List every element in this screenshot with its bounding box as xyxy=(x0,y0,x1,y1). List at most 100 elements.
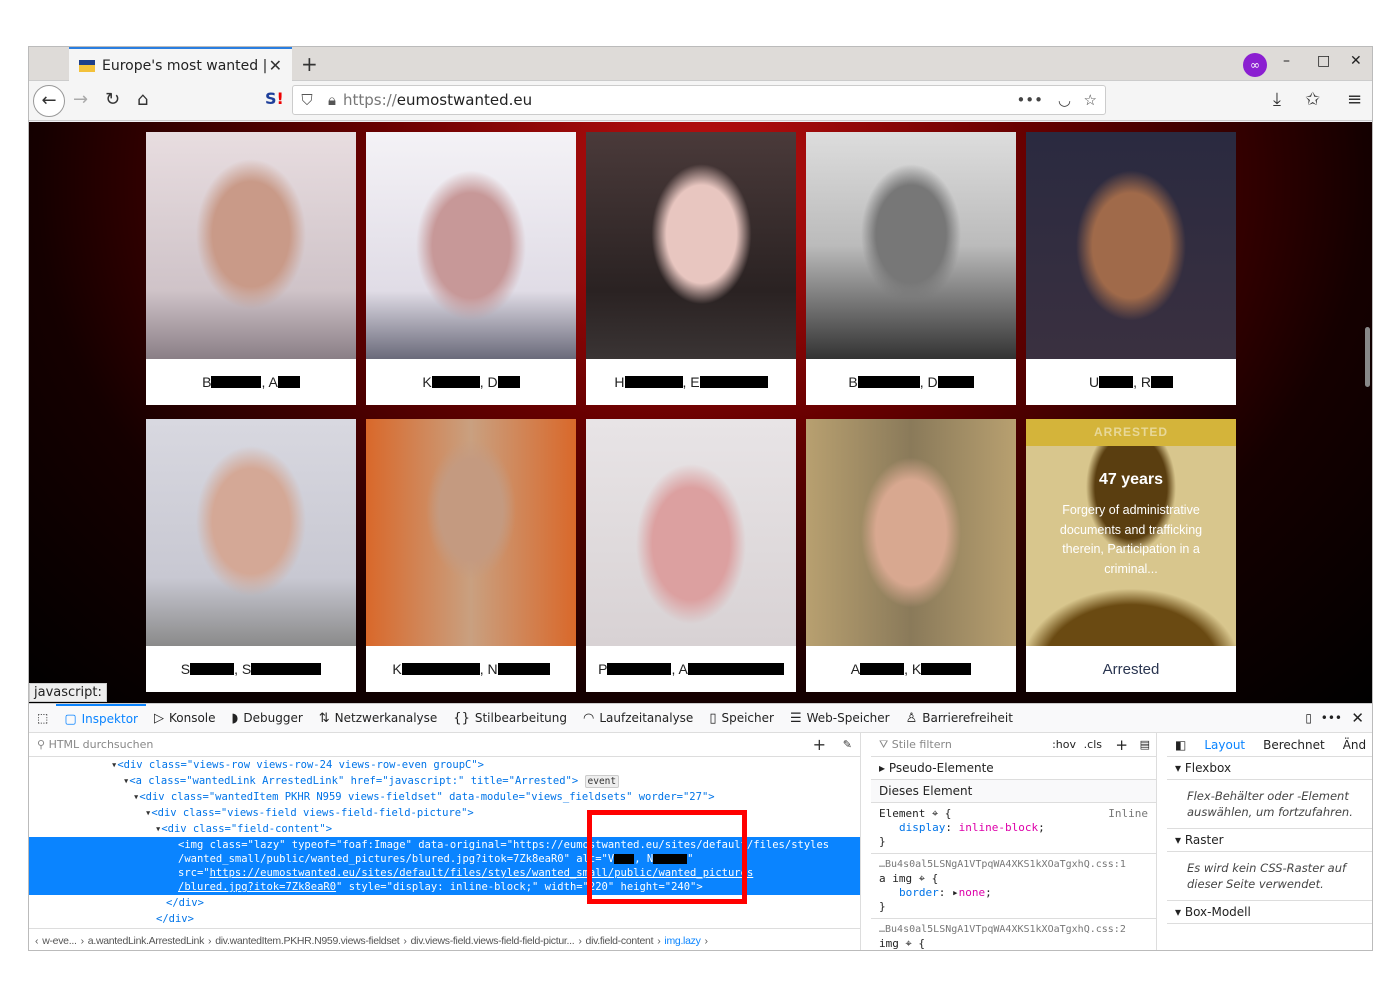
rule-img[interactable]: …Bu4s0al5LSNgA1VTpqWA4XKS1kXOaTgxhQ.css:… xyxy=(871,919,1156,950)
pocket-icon[interactable]: ◡ xyxy=(1058,91,1071,109)
close-window-button[interactable]: ✕ xyxy=(1350,53,1362,69)
breadcrumb-item[interactable]: img.lazy xyxy=(664,935,700,947)
library-icon[interactable]: ✩ xyxy=(1305,89,1320,110)
tab-layout[interactable]: Layout xyxy=(1204,738,1245,752)
style-filter-input[interactable]: ⛛ Stile filtern :hov .cls + ▤ xyxy=(871,733,1156,757)
toggle-sidebar-icon[interactable]: ◧ xyxy=(1175,738,1186,752)
tab-performance[interactable]: ◠ Laufzeitanalyse xyxy=(575,704,701,733)
wanted-card[interactable]: B , A xyxy=(146,132,356,405)
extension-icon[interactable]: S! xyxy=(265,89,284,108)
property-value[interactable]: inline-block xyxy=(959,821,1038,834)
tab-changes[interactable]: Änd xyxy=(1343,738,1366,752)
downloads-icon[interactable]: ⤓ xyxy=(1273,89,1281,110)
name-initial: B xyxy=(848,374,858,390)
wanted-card[interactable]: H , E xyxy=(586,132,796,405)
breadcrumb-item[interactable]: a.wantedLink.ArrestedLink xyxy=(88,935,205,947)
add-node-icon[interactable]: + xyxy=(813,735,826,754)
property-name[interactable]: border xyxy=(899,886,939,899)
name-initial: , A xyxy=(261,374,278,390)
node-text: /wanted_small/public/wanted_pictures/blu… xyxy=(178,853,615,865)
grid-section-toggle[interactable]: ▾ Raster xyxy=(1167,829,1372,852)
tab-inspector[interactable]: ▢ Inspektor xyxy=(56,703,146,733)
close-devtools-icon[interactable]: ✕ xyxy=(1351,709,1364,727)
name-initial: , N xyxy=(479,661,498,677)
rule-element[interactable]: Element ⌖ {Inline display: inline-block;… xyxy=(871,803,1156,854)
home-button[interactable]: ⌂ xyxy=(137,89,148,110)
element-picker-icon[interactable]: ⬚ xyxy=(29,704,56,733)
html-search-input[interactable]: ⚲ HTML durchsuchen + ✎ xyxy=(29,733,860,757)
tab-console[interactable]: ▷ Konsole xyxy=(146,704,224,733)
tab-label: Laufzeitanalyse xyxy=(599,711,694,725)
maximize-button[interactable]: □ xyxy=(1317,53,1330,69)
property-value[interactable]: none xyxy=(959,886,986,899)
tab-memory[interactable]: ▯ Speicher xyxy=(701,704,782,733)
lock-icon[interactable]: 🔒︎ xyxy=(321,91,343,109)
page-actions-icon[interactable]: ••• xyxy=(1016,91,1043,109)
wanted-card[interactable]: K , D xyxy=(366,132,576,405)
tree-node[interactable]: ▾<div class="views-row views-row-24 view… xyxy=(29,757,860,773)
tab-style-editor[interactable]: {} Stilbearbeitung xyxy=(445,704,575,733)
print-media-icon[interactable]: ▤ xyxy=(1140,738,1150,751)
arrested-card[interactable]: ARRESTED 47 years Forgery of administrat… xyxy=(1026,419,1236,692)
tree-node[interactable]: ▾<div class="wantedItem PKHR N959 views-… xyxy=(29,789,860,805)
wanted-name: B , A xyxy=(146,359,356,405)
rule-source-link[interactable]: …Bu4s0al5LSNgA1VTpqWA4XKS1kXOaTgxhQ.css:… xyxy=(879,858,1148,872)
tree-node[interactable]: ▾<a class="wantedLink ArrestedLink" href… xyxy=(29,773,860,789)
tab-computed[interactable]: Berechnet xyxy=(1263,738,1325,752)
browser-tab[interactable]: Europe's most wanted | ✕ xyxy=(69,47,292,82)
wanted-card[interactable]: U , R xyxy=(1026,132,1236,405)
more-options-icon[interactable]: ••• xyxy=(1321,711,1342,725)
rule-a-img[interactable]: …Bu4s0al5LSNgA1VTpqWA4XKS1kXOaTgxhQ.css:… xyxy=(871,854,1156,919)
property-name[interactable]: display xyxy=(899,821,945,834)
breadcrumb-scroll-left-icon[interactable]: ‹ xyxy=(35,935,39,947)
name-initial: B xyxy=(202,374,212,390)
rule-source-link[interactable]: …Bu4s0al5LSNgA1VTpqWA4XKS1kXOaTgxhQ.css:… xyxy=(879,923,1148,937)
wanted-card[interactable]: B , D xyxy=(806,132,1016,405)
tab-storage[interactable]: ☰ Web-Speicher xyxy=(782,704,898,733)
redaction-bar xyxy=(860,663,905,675)
breadcrumb-item[interactable]: div.field-content xyxy=(586,935,654,947)
redaction-bar xyxy=(431,376,480,388)
minimize-button[interactable]: – xyxy=(1283,53,1290,69)
wanted-card[interactable]: A , K xyxy=(806,419,1016,692)
page-scrollbar[interactable] xyxy=(1365,327,1370,387)
box-model-section-toggle[interactable]: ▾ Box-Modell xyxy=(1167,901,1372,924)
name-initial: S xyxy=(180,661,191,677)
devtools-panel: ⬚ ▢ Inspektor ▷ Konsole ◗ Debugger ⇅ Netzwer… xyxy=(29,703,1372,950)
tracking-shield-icon[interactable]: ⛉ xyxy=(293,91,321,109)
tab-debugger[interactable]: ◗ Debugger xyxy=(224,704,311,733)
pixelated-portrait xyxy=(1026,132,1236,359)
section-label: Raster xyxy=(1184,833,1224,847)
cls-toggle[interactable]: .cls xyxy=(1084,738,1102,751)
flexbox-section-toggle[interactable]: ▾ Flexbox xyxy=(1167,757,1372,780)
network-icon: ⇅ xyxy=(318,710,330,726)
breadcrumb-item[interactable]: div.views-field.views-field-field-pictur… xyxy=(411,935,575,947)
layout-sidebar: ◧ Layout Berechnet Änd ▾ Flexbox Flex-Be… xyxy=(1167,733,1372,950)
url-bar[interactable]: ⛉ 🔒︎ https:// eumostwanted.eu ••• ◡ ☆ xyxy=(292,85,1106,115)
selector: Element xyxy=(879,807,926,820)
wanted-card[interactable]: S , S xyxy=(146,419,356,692)
hov-toggle[interactable]: :hov xyxy=(1052,738,1076,751)
bookmark-star-icon[interactable]: ☆ xyxy=(1084,91,1097,109)
pixelated-portrait xyxy=(146,419,356,646)
wanted-card[interactable]: P , A xyxy=(586,419,796,692)
breadcrumb-item[interactable]: w-eve... xyxy=(42,935,77,947)
forward-button[interactable]: → xyxy=(73,89,88,110)
reload-button[interactable]: ↻ xyxy=(105,89,120,110)
src-link[interactable]: /blured.jpg?itok=7Zk8eaR0 xyxy=(178,881,336,893)
node-text: src=" xyxy=(178,867,210,879)
new-tab-button[interactable]: + xyxy=(301,52,318,76)
event-badge[interactable]: event xyxy=(584,775,620,788)
close-tab-icon[interactable]: ✕ xyxy=(269,56,282,75)
wanted-card[interactable]: K , N xyxy=(366,419,576,692)
menu-icon[interactable]: ≡ xyxy=(1347,89,1362,110)
back-button[interactable]: ← xyxy=(33,85,65,117)
breadcrumb-item[interactable]: div.wantedItem.PKHR.N959.views-fieldset xyxy=(215,935,399,947)
tab-accessibility[interactable]: ♙ Barrierefreiheit xyxy=(898,704,1021,733)
eyedropper-icon[interactable]: ✎ xyxy=(843,738,852,751)
add-rule-icon[interactable]: + xyxy=(1115,736,1128,754)
responsive-design-icon[interactable]: ▯ xyxy=(1305,711,1312,725)
tab-network[interactable]: ⇅ Netzwerkanalyse xyxy=(311,704,446,733)
breadcrumb-scroll-right-icon[interactable]: › xyxy=(705,935,709,947)
pseudo-elements-toggle[interactable]: ▸ Pseudo-Elemente xyxy=(871,757,1156,780)
